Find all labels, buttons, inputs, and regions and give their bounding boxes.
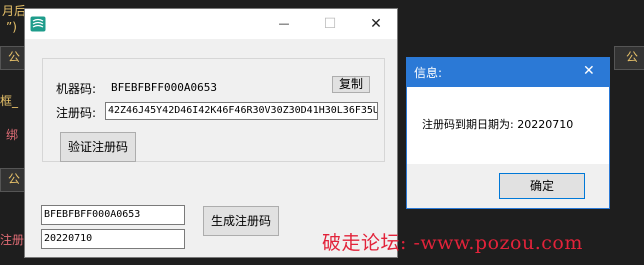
watermark: 破走论坛: -www.pozou.com xyxy=(322,232,583,254)
machine-code-value: BFEBFBFF000A0653 xyxy=(111,81,217,94)
close-button[interactable]: ✕ xyxy=(353,9,399,39)
bg-text-fragment: 公 xyxy=(8,172,21,186)
app-logo-icon xyxy=(30,16,46,32)
close-icon[interactable]: ✕ xyxy=(583,63,595,79)
reg-code-label: 注册码: xyxy=(56,106,97,120)
copy-button[interactable]: 复制 xyxy=(332,76,370,93)
message-box-title: 信息: xyxy=(414,66,443,80)
bg-text-fragment: 公 xyxy=(626,50,639,64)
bg-text-fragment: 公 xyxy=(8,50,21,64)
date-input[interactable]: 20220710 xyxy=(41,229,185,249)
registration-group: 机器码: BFEBFBFF000A0653 复制 注册码: 42Z46J45Y4… xyxy=(42,58,385,162)
machine-code-label: 机器码: xyxy=(56,82,97,96)
bg-text-fragment: 绑 xyxy=(6,128,19,142)
bg-text-fragment: 框_ xyxy=(0,94,19,108)
bg-text-fragment: ”) xyxy=(6,20,17,34)
reg-code-input[interactable]: 42Z46J45Y42D46I42K46F46R30V30Z30D41H30L3… xyxy=(105,102,378,120)
ok-button[interactable]: 确定 xyxy=(499,173,585,199)
message-text: 注册码到期日期为: 20220710 xyxy=(422,118,574,131)
minimize-button[interactable]: — xyxy=(261,9,307,39)
main-window: — ☐ ✕ 机器码: BFEBFBFF000A0653 复制 注册码: 42Z4… xyxy=(24,8,398,258)
message-box-title-bar[interactable]: 信息: ✕ xyxy=(407,58,609,87)
message-box-footer: 确定 xyxy=(407,164,609,208)
verify-button[interactable]: 验证注册码 xyxy=(60,132,136,162)
machine-code-input[interactable]: BFEBFBFF000A0653 xyxy=(41,205,185,225)
message-box: 信息: ✕ 注册码到期日期为: 20220710 确定 xyxy=(406,57,610,209)
maximize-button[interactable]: ☐ xyxy=(307,9,353,39)
bg-text-fragment: 注册 xyxy=(0,233,25,247)
bg-text-fragment: 月后 xyxy=(2,4,27,18)
generate-button[interactable]: 生成注册码 xyxy=(203,206,279,236)
title-bar[interactable]: — ☐ ✕ xyxy=(25,9,397,39)
